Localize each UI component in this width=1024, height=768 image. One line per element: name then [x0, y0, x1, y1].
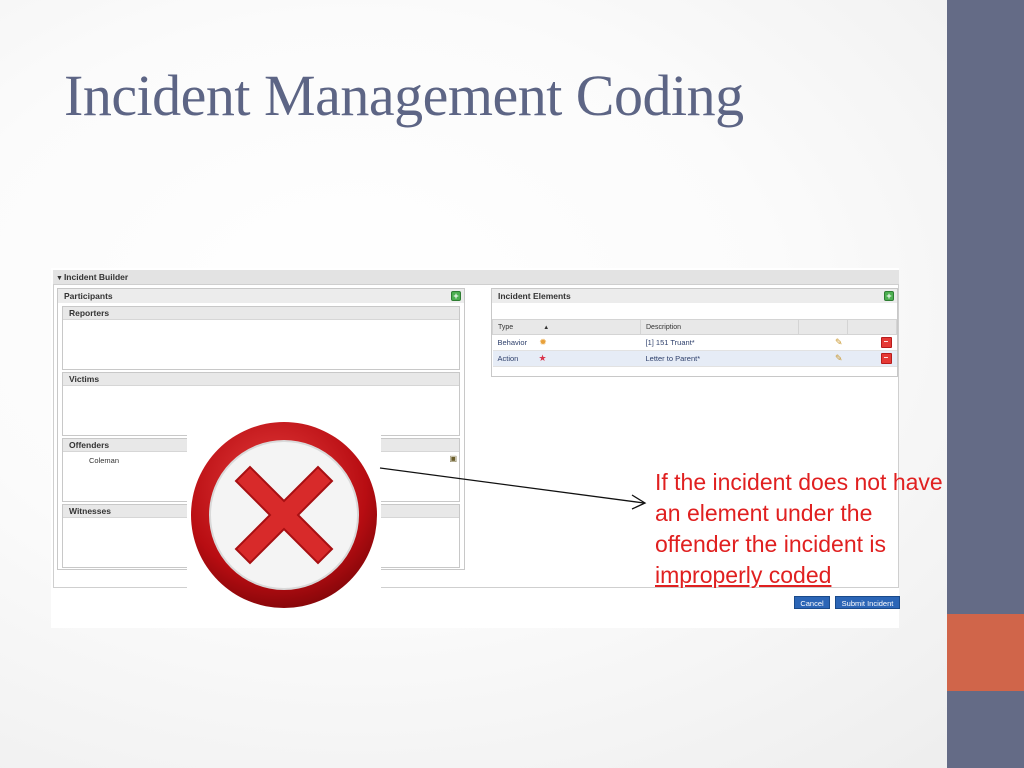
- cancel-button[interactable]: Cancel: [794, 596, 830, 609]
- offender-name[interactable]: Coleman: [89, 456, 119, 465]
- error-x-icon: [187, 419, 381, 613]
- note-emphasis: improperly coded: [655, 562, 832, 588]
- incident-builder-title: Incident Builder: [63, 272, 129, 282]
- edit-cell: ✎: [798, 334, 848, 351]
- action-icon: ★: [538, 353, 547, 363]
- edit-column-header: [798, 319, 848, 335]
- incident-elements-header: Incident Elements +: [492, 289, 897, 303]
- element-description-cell: [1] 151 Truant*: [640, 334, 799, 351]
- element-type: Action: [497, 354, 519, 363]
- add-participant-icon[interactable]: +: [451, 291, 461, 301]
- remove-icon[interactable]: –: [880, 353, 892, 364]
- table-row[interactable]: Behavior ✹ [1] 151 Truant* ✎ –: [492, 334, 897, 351]
- element-type: Behavior: [497, 338, 528, 347]
- collapse-triangle-icon[interactable]: ▼: [56, 275, 63, 282]
- participants-title: Participants: [64, 291, 113, 301]
- slide-title: Incident Management Coding: [64, 63, 744, 128]
- victims-label: Victims: [63, 373, 459, 386]
- pencil-icon[interactable]: ✎: [835, 353, 843, 363]
- element-description-cell: Letter to Parent*: [640, 350, 799, 367]
- element-type-cell: Behavior ✹: [492, 334, 641, 351]
- type-column-label: Type: [498, 323, 514, 331]
- explanation-note: If the incident does not have an element…: [655, 467, 947, 591]
- remove-column-header: [847, 319, 897, 335]
- element-type-cell: Action ★: [492, 350, 641, 367]
- note-text: If the incident does not have an element…: [655, 469, 943, 557]
- edit-cell: ✎: [798, 350, 848, 367]
- remove-icon[interactable]: –: [880, 337, 892, 348]
- incident-elements-title: Incident Elements: [498, 291, 571, 301]
- incident-elements-table: Type ▲ Description Behavior ✹ [1] 151 Tru…: [492, 319, 897, 367]
- submit-incident-button[interactable]: Submit Incident: [835, 596, 900, 609]
- side-accent-block: [947, 614, 1024, 691]
- table-header-row: Type ▲ Description: [492, 319, 897, 335]
- table-row[interactable]: Action ★ Letter to Parent* ✎ –: [492, 350, 897, 367]
- reporters-section: Reporters: [62, 306, 460, 370]
- participants-header: Participants +: [58, 289, 464, 303]
- description-column-label: Description: [646, 323, 682, 331]
- incident-builder-header[interactable]: ▼Incident Builder: [53, 270, 899, 284]
- reporters-label: Reporters: [63, 307, 459, 320]
- offender-edit-icon[interactable]: ▣: [449, 454, 457, 463]
- remove-cell: –: [847, 350, 897, 367]
- description-column-header[interactable]: Description: [640, 319, 799, 335]
- remove-cell: –: [847, 334, 897, 351]
- add-element-icon[interactable]: +: [884, 291, 894, 301]
- behavior-icon: ✹: [539, 337, 547, 347]
- sort-ascending-icon[interactable]: ▲: [543, 325, 549, 331]
- pencil-icon[interactable]: ✎: [835, 337, 843, 347]
- incident-elements-panel: Incident Elements + Type ▲ Description Be…: [491, 288, 898, 377]
- type-column-header[interactable]: Type ▲: [492, 319, 641, 335]
